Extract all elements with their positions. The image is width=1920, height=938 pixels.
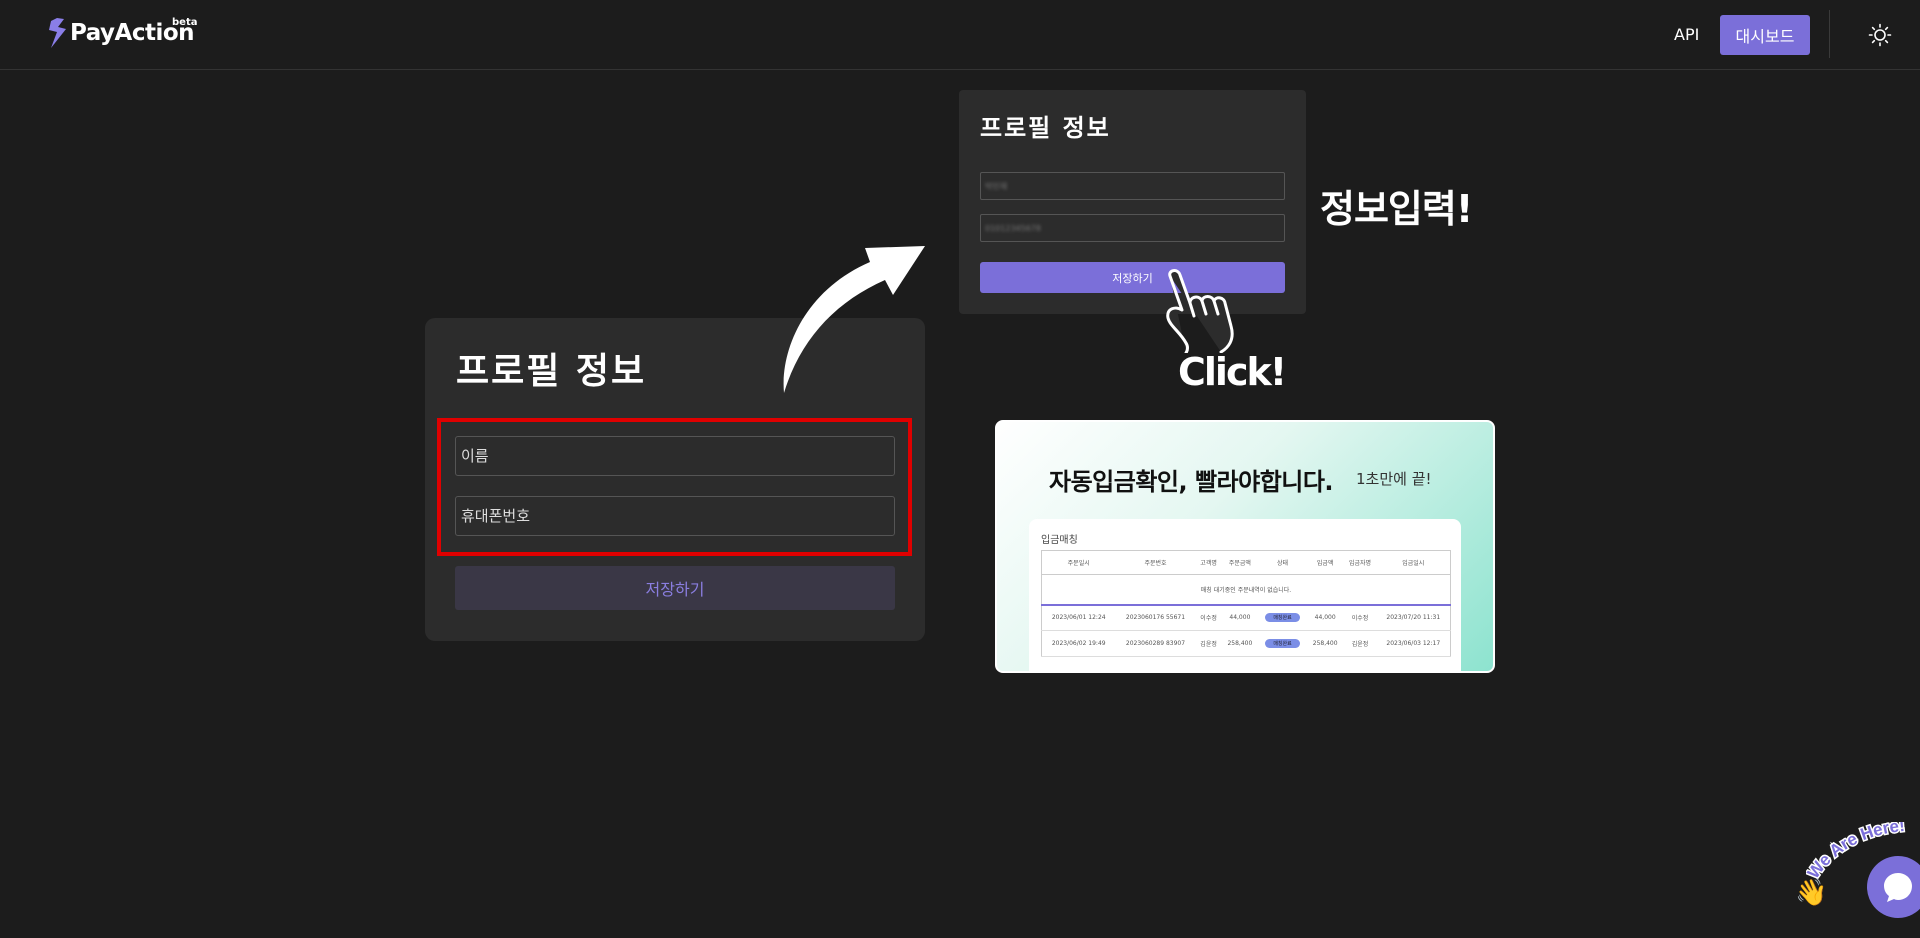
preview-phone-field: 01012345678 bbox=[980, 214, 1285, 242]
order-date: 2023/06/01 12:24 bbox=[1051, 614, 1106, 622]
info-input-label: 정보입력! bbox=[1320, 187, 1473, 231]
status-badge: 매칭완료 bbox=[1265, 639, 1300, 648]
column-header: 입금액 bbox=[1316, 560, 1334, 567]
logo[interactable]: PayAction beta bbox=[48, 17, 198, 48]
waving-hand-icon: 👋 bbox=[1795, 878, 1828, 908]
matching-panel-title: 입금매칭 bbox=[1041, 535, 1078, 546]
deposit: 44,000 bbox=[1314, 614, 1336, 622]
matching-table: 주문일시 주문번호 고객명 주문금액 상태 입금액 입금자명 입금일시 매칭 대… bbox=[1041, 550, 1451, 657]
beta-badge: beta bbox=[172, 17, 198, 28]
preview-name-field: 박민재 bbox=[980, 172, 1285, 200]
status-badge: 매칭완료 bbox=[1265, 613, 1300, 623]
column-header: 주문금액 bbox=[1228, 560, 1251, 567]
chat-bubble-icon bbox=[1884, 873, 1912, 902]
profile-preview-card: 프로필 정보 박민재 01012345678 저장하기 bbox=[959, 90, 1306, 314]
dashboard-button[interactable]: 대시보드 bbox=[1720, 15, 1810, 55]
preview-save-button: 저장하기 bbox=[980, 262, 1285, 293]
column-header: 입금일시 bbox=[1402, 560, 1425, 567]
deposit-date: 2023/06/03 12:17 bbox=[1386, 640, 1441, 647]
column-header: 입금자명 bbox=[1348, 560, 1372, 567]
empty-message: 매칭 대기중인 주문내역이 없습니다. bbox=[1200, 586, 1292, 594]
order-date: 2023/06/02 19:49 bbox=[1051, 640, 1106, 647]
name-input[interactable] bbox=[455, 436, 895, 476]
status-cell: 매칭완료 bbox=[1258, 605, 1307, 631]
sun-icon[interactable] bbox=[1868, 23, 1892, 47]
promo-subline: 1초만에 끝! bbox=[1356, 470, 1432, 488]
phone-input[interactable] bbox=[455, 496, 895, 536]
promo-headline: 자동입금확인, 빨라야합니다. bbox=[1049, 468, 1334, 496]
lightning-bolt-icon bbox=[49, 18, 66, 48]
save-button[interactable]: 저장하기 bbox=[455, 566, 895, 610]
table-header-row: 주문일시 주문번호 고객명 주문금액 상태 입금액 입금자명 입금일시 bbox=[1041, 551, 1451, 575]
order-no: 2023060176 55671 bbox=[1125, 614, 1186, 622]
empty-row: 매칭 대기중인 주문내역이 없습니다. bbox=[1041, 575, 1451, 605]
customer: 이수정 bbox=[1200, 615, 1217, 623]
column-header: 주문일시 bbox=[1067, 560, 1090, 567]
depositor: 김윤정 bbox=[1351, 641, 1369, 648]
customer: 김윤정 bbox=[1200, 641, 1217, 648]
order-no: 2023060289 83907 bbox=[1125, 640, 1186, 647]
top-navbar: PayAction beta API 대시보드 bbox=[0, 0, 1920, 70]
table-row: 2023/06/01 12:24 2023060176 55671 이수정 44… bbox=[1041, 605, 1451, 631]
click-label: Click! bbox=[1178, 350, 1287, 394]
api-link[interactable]: API bbox=[1674, 25, 1699, 44]
deposit-date: 2023/07/20 11:31 bbox=[1386, 614, 1441, 622]
column-header: 고객명 bbox=[1200, 560, 1217, 567]
promo-banner[interactable]: 자동입금확인, 빨라야합니다. 1초만에 끝! 입금매칭 주문일시 주문번호 고… bbox=[995, 420, 1495, 673]
table-row: 2023/06/02 19:49 2023060289 83907 김윤정 25… bbox=[1041, 631, 1451, 657]
depositor: 이수정 bbox=[1351, 615, 1369, 623]
pointing-hand-icon bbox=[1166, 269, 1234, 353]
column-header: 주문번호 bbox=[1144, 560, 1167, 567]
amount: 258,400 bbox=[1227, 640, 1253, 647]
preview-phone-value: 01012345678 bbox=[985, 223, 1041, 233]
column-header: 상태 bbox=[1277, 560, 1289, 567]
preview-title: 프로필 정보 bbox=[980, 114, 1111, 142]
status-cell: 매칭완료 bbox=[1258, 631, 1307, 657]
matching-panel: 입금매칭 주문일시 주문번호 고객명 주문금액 상태 입금액 입금자명 입금일시… bbox=[1029, 519, 1461, 671]
header-divider bbox=[1829, 10, 1830, 58]
chat-launcher-button[interactable] bbox=[1867, 856, 1920, 918]
profile-form-title: 프로필 정보 bbox=[456, 351, 647, 392]
deposit: 258,400 bbox=[1312, 640, 1338, 647]
amount: 44,000 bbox=[1229, 614, 1251, 622]
arrow-icon bbox=[783, 246, 925, 393]
preview-name-value: 박민재 bbox=[985, 181, 1008, 191]
